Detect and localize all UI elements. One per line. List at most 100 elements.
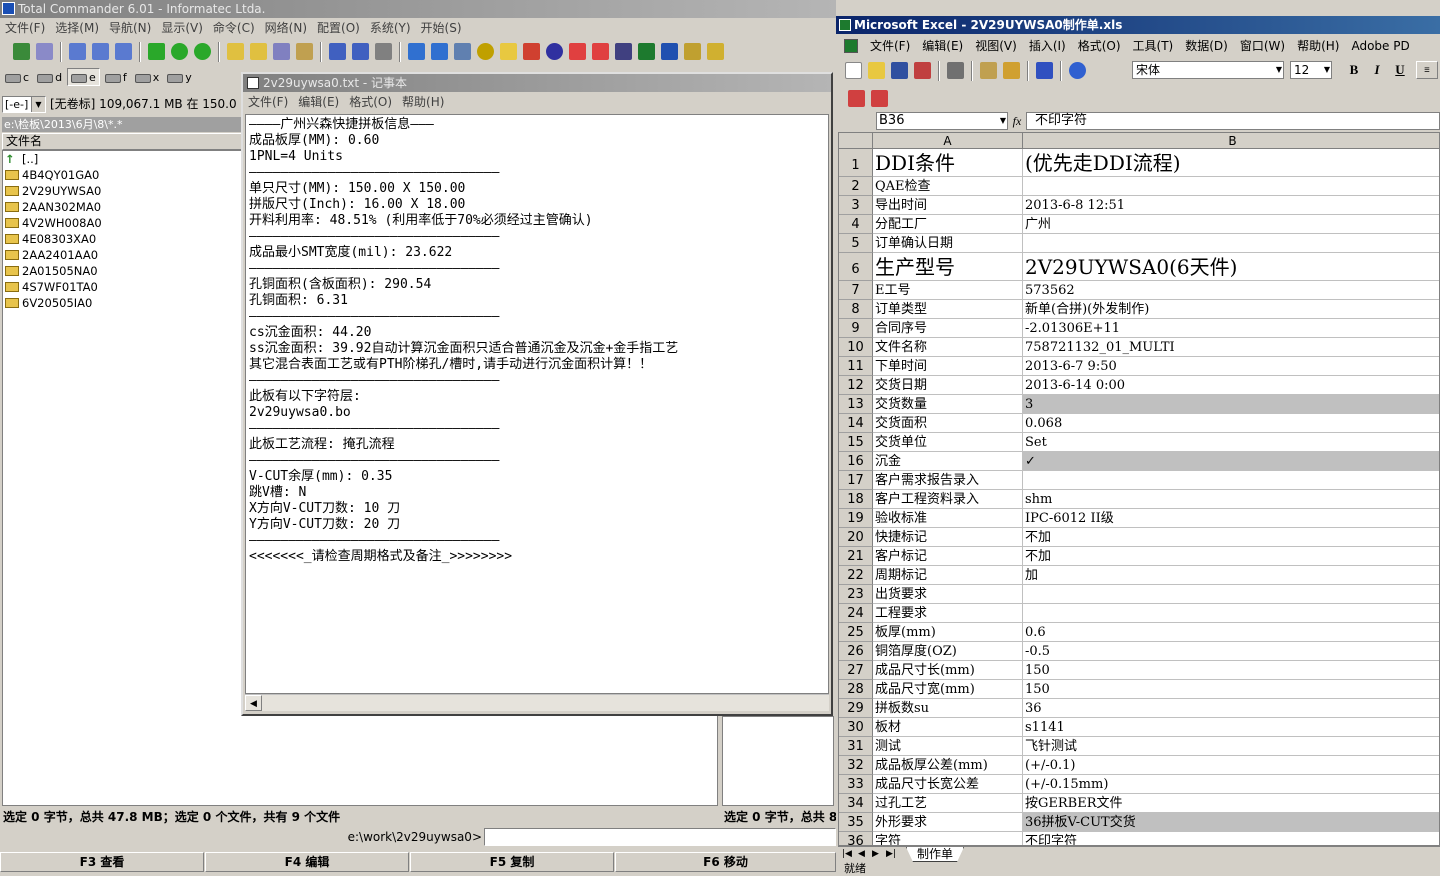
cell-a[interactable]: 过孔工艺 — [873, 794, 1023, 813]
drive-x-button[interactable]: x — [132, 69, 163, 87]
row-header[interactable]: 12 — [839, 376, 873, 395]
cell-b[interactable] — [1023, 604, 1439, 623]
cell-b[interactable]: 2013-6-7 9:50 — [1023, 357, 1439, 376]
cell-b[interactable]: 2013-6-8 12:51 — [1023, 196, 1439, 215]
cell-b[interactable]: 广州 — [1023, 215, 1439, 234]
pdf-mail-icon[interactable] — [871, 90, 888, 107]
network-icon[interactable] — [273, 43, 290, 60]
cell-b[interactable]: 36 — [1023, 699, 1439, 718]
cell-a[interactable]: E工号 — [873, 281, 1023, 300]
cell-a[interactable]: 交货数量 — [873, 395, 1023, 414]
list-item[interactable]: 2A01505NA0 — [5, 263, 98, 279]
cell-b[interactable]: 加 — [1023, 566, 1439, 585]
folder-icon[interactable] — [500, 43, 517, 60]
cell-b[interactable]: 0.068 — [1023, 414, 1439, 433]
calc-icon[interactable] — [615, 43, 632, 60]
cell-a[interactable]: 外形要求 — [873, 813, 1023, 832]
xl-menu-help[interactable]: 帮助(H) — [1291, 36, 1345, 56]
cell-b[interactable]: s1141 — [1023, 718, 1439, 737]
cell-a[interactable]: 文件名称 — [873, 338, 1023, 357]
cell-a[interactable]: 出货要求 — [873, 585, 1023, 604]
xl-menu-window[interactable]: 窗口(W) — [1234, 36, 1291, 56]
row-header[interactable]: 8 — [839, 300, 873, 319]
save-icon[interactable] — [891, 62, 908, 79]
next-sheet-icon[interactable]: ▶ — [872, 847, 879, 862]
tc-menu-navigate[interactable]: 导航(N) — [104, 18, 156, 38]
xl-menu-insert[interactable]: 插入(I) — [1023, 36, 1072, 56]
column-header-b[interactable]: B — [1023, 133, 1439, 149]
cell-a[interactable]: 成品尺寸长宽公差 — [873, 775, 1023, 794]
row-header[interactable]: 19 — [839, 509, 873, 528]
cell-b[interactable]: 3 — [1023, 395, 1439, 414]
tool-icon[interactable] — [477, 43, 494, 60]
list-item[interactable]: 4B4QY01GA0 — [5, 167, 99, 183]
row-header[interactable]: 24 — [839, 604, 873, 623]
row-header[interactable]: 18 — [839, 490, 873, 509]
tc-menu-select[interactable]: 选择(M) — [50, 18, 104, 38]
script-icon[interactable] — [454, 43, 471, 60]
cell-a[interactable]: 导出时间 — [873, 196, 1023, 215]
cell-a[interactable]: 验收标准 — [873, 509, 1023, 528]
edit-icon[interactable] — [431, 43, 448, 60]
xl-menu-data[interactable]: 数据(D) — [1179, 36, 1234, 56]
cell-a[interactable]: 测试 — [873, 737, 1023, 756]
font-size-select[interactable]: 12 ▼ — [1290, 61, 1332, 79]
chevron-down-icon[interactable]: ▼ — [1276, 63, 1282, 77]
cell-b[interactable]: ✓ — [1023, 452, 1439, 471]
app-icon-1[interactable] — [523, 43, 540, 60]
row-header[interactable]: 14 — [839, 414, 873, 433]
cell-b[interactable] — [1023, 177, 1439, 196]
np-menu-help[interactable]: 帮助(H) — [397, 93, 449, 112]
copy-files-icon[interactable] — [227, 43, 244, 60]
print-icon[interactable] — [947, 62, 964, 79]
italic-button[interactable]: I — [1367, 61, 1387, 79]
prev-sheet-icon[interactable]: ◀ — [858, 847, 865, 862]
list-item[interactable]: 4S7WF01TA0 — [5, 279, 98, 295]
cell-a[interactable]: DDI条件 — [873, 149, 1023, 177]
sync-icon[interactable] — [352, 43, 369, 60]
cell-a[interactable]: 快捷标记 — [873, 528, 1023, 547]
list-item[interactable]: ↑ [..] — [5, 151, 38, 167]
cell-b[interactable]: -2.01306E+11 — [1023, 319, 1439, 338]
notepad-icon[interactable] — [408, 43, 425, 60]
cell-a[interactable]: 板材 — [873, 718, 1023, 737]
cell-a[interactable]: 分配工厂 — [873, 215, 1023, 234]
cell-a[interactable]: 合同序号 — [873, 319, 1023, 338]
row-header[interactable]: 33 — [839, 775, 873, 794]
np-menu-format[interactable]: 格式(O) — [344, 93, 397, 112]
cell-b[interactable]: 不加 — [1023, 528, 1439, 547]
bold-button[interactable]: B — [1344, 61, 1364, 79]
cell-a[interactable]: 订单确认日期 — [873, 234, 1023, 253]
format-painter-icon[interactable] — [1003, 62, 1020, 79]
list-item[interactable]: 2AA2401AA0 — [5, 247, 98, 263]
cell-b[interactable]: shm — [1023, 490, 1439, 509]
cell-b[interactable]: 飞针测试 — [1023, 737, 1439, 756]
row-header[interactable]: 4 — [839, 215, 873, 234]
row-header[interactable]: 17 — [839, 471, 873, 490]
app-icon-2[interactable] — [546, 43, 563, 60]
brief-view-icon[interactable] — [69, 43, 86, 60]
excel-title-bar[interactable]: Microsoft Excel - 2V29UYWSA0制作单.xls — [836, 16, 1440, 34]
last-sheet-icon[interactable]: ▶| — [886, 847, 896, 862]
align-left-icon[interactable]: ≡ — [1416, 61, 1438, 79]
list-item[interactable]: 4E08303XA0 — [5, 231, 96, 247]
f5-copy-button[interactable]: F5 复制 — [410, 852, 614, 872]
row-header[interactable]: 3 — [839, 196, 873, 215]
chevron-down-icon[interactable]: ▼ — [1000, 114, 1006, 128]
row-header[interactable]: 6 — [839, 253, 873, 281]
cell-b[interactable]: 150 — [1023, 661, 1439, 680]
xl-menu-adobe[interactable]: Adobe PD — [1345, 36, 1415, 56]
name-box[interactable]: B36 ▼ — [876, 112, 1008, 130]
font-name-select[interactable]: 宋体 ▼ — [1132, 61, 1284, 79]
tc-menu-network[interactable]: 网络(N) — [260, 18, 312, 38]
cell-b[interactable]: 150 — [1023, 680, 1439, 699]
horizontal-scrollbar[interactable]: ◀ — [245, 694, 829, 711]
drive-e-button[interactable]: e — [67, 68, 100, 86]
cell-b[interactable]: 新单(合拼)(外发制作) — [1023, 300, 1439, 319]
row-header[interactable]: 9 — [839, 319, 873, 338]
column-header-a[interactable]: A — [873, 133, 1023, 149]
undo-icon[interactable] — [1036, 62, 1053, 79]
cell-b[interactable] — [1023, 585, 1439, 604]
ftp-icon[interactable] — [296, 43, 313, 60]
f3-view-button[interactable]: F3 查看 — [0, 852, 204, 872]
